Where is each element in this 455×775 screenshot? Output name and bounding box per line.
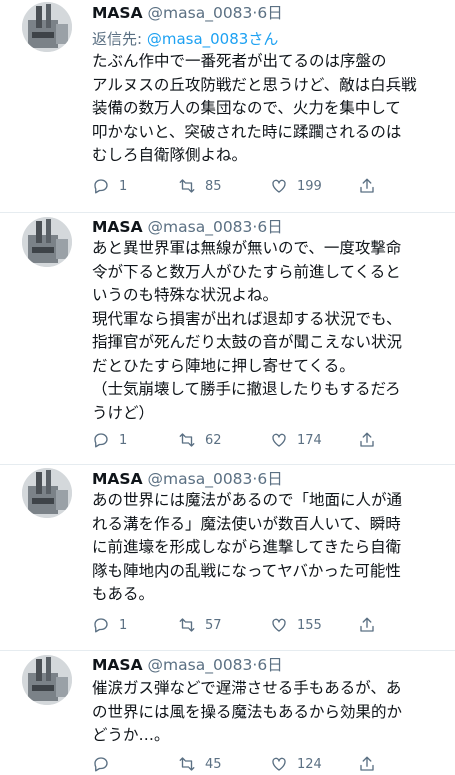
share-icon [360,178,374,193]
text-line: どうか…。 [92,726,170,744]
text-line: たぶん作中で一番死者が出てるのは序盤の [92,52,387,70]
tweet-date[interactable]: 6日 [257,218,282,236]
avatar[interactable] [22,2,72,52]
reply-to: 返信先: @masa_0083さん [92,28,278,49]
share-icon [360,756,374,771]
user-handle[interactable]: @masa_0083 [148,4,253,22]
tweet-header: MASA @masa_0083·6日 [92,2,283,24]
retweet-count: 62 [205,432,222,448]
retweet-count: 45 [205,756,222,772]
share-button[interactable] [358,615,376,635]
text-line: むしろ自衛隊側よね。 [92,146,248,164]
heart-icon [272,179,286,193]
text-line: れる溝を作る」魔法使いが数百人いて、瞬時 [92,514,401,533]
like-button[interactable]: 174 [270,430,322,450]
reply-mention-link[interactable]: @masa_0083さん [147,30,279,48]
user-handle[interactable]: @masa_0083 [148,656,253,674]
avatar[interactable] [22,468,72,518]
heart-icon [272,618,286,632]
text-line: の世界には風を操る魔法もあるから効果的か [92,702,403,721]
text-line: もある。 [92,585,155,603]
reply-count: 1 [119,432,128,448]
avatar[interactable] [22,217,72,267]
share-button[interactable] [358,430,376,450]
action-bar: 45 124 [92,754,422,774]
retweet-icon [179,618,195,632]
tweet[interactable]: MASA @masa_0083·6日 あの世界には魔法があるので「地面に人が通 … [0,465,455,649]
like-button[interactable]: 199 [270,176,322,196]
text-line: だとひたすら陣地に押し寄せてくる。 [92,356,355,375]
text-line: いうのも特殊な状況よね。 [92,286,279,304]
tweet-date[interactable]: 6日 [257,470,282,488]
action-bar: 1 85 199 [92,176,422,196]
tweet[interactable]: MASA @masa_0083·6日 返信先: @masa_0083さん たぶん… [0,0,455,212]
text-line: 装備の数万人の集団なので、火力を集中して [92,99,401,117]
share-button[interactable] [358,176,376,196]
retweet-button[interactable]: 45 [178,754,222,774]
share-button[interactable] [358,754,376,774]
text-line: あの世界には魔法があるので「地面に人が通 [92,491,403,509]
tweet-text: あの世界には魔法があるので「地面に人が通 れる溝を作る」魔法使いが数百人いて、瞬… [92,489,447,607]
reply-button[interactable]: 1 [92,176,127,196]
text-line: アルヌスの丘攻防戦だと思うけど、敵は白兵戦 [92,75,417,94]
text-line: 催涙ガス弾などで遅滞させる手もあるが、あ [92,679,402,697]
tweet[interactable]: MASA @masa_0083·6日 あと異世界軍は無線が無いので、一度攻撃命 … [0,213,455,463]
heart-icon [272,757,286,771]
avatar[interactable] [22,655,72,705]
reply-icon [94,618,108,633]
action-bar: 1 57 155 [92,615,422,635]
text-line: うけど） [92,403,155,422]
like-button[interactable]: 124 [270,754,322,774]
reply-button[interactable] [92,754,119,774]
user-handle[interactable]: @masa_0083 [148,218,253,236]
reply-count: 1 [119,178,128,194]
display-name[interactable]: MASA [92,4,143,22]
retweet-count: 85 [205,178,222,194]
text-line: 現代軍なら損害が出れば退却する状況でも、 [92,309,402,328]
tweet-date[interactable]: 6日 [257,656,282,674]
action-bar: 1 62 174 [92,430,422,450]
text-line: 令が下ると数万人がひたすら前進してくると [92,262,401,281]
reply-icon [94,179,108,194]
tweet-date[interactable]: 6日 [257,4,282,22]
text-line: に前進壕を形成しながら進撃してきたら自衛 [92,538,402,556]
retweet-icon [179,179,195,193]
tweet-header: MASA @masa_0083·6日 [92,216,283,238]
reply-prefix: 返信先: [92,30,147,48]
share-icon [360,432,374,447]
reply-button[interactable]: 1 [92,615,127,635]
retweet-button[interactable]: 62 [178,430,222,450]
text-line: （士気崩壊して勝手に撤退したりもするだろ [92,380,401,398]
reply-icon [94,757,108,772]
retweet-count: 57 [205,617,222,633]
tweet-text: 催涙ガス弾などで遅滞させる手もあるが、あ の世界には風を操る魔法もあるから効果的… [92,677,447,748]
like-count: 155 [297,617,322,633]
tweet-text: あと異世界軍は無線が無いので、一度攻撃命 令が下ると数万人がひたすら前進してくる… [92,237,447,425]
like-count: 174 [297,432,322,448]
retweet-button[interactable]: 57 [178,615,222,635]
like-count: 124 [297,756,322,772]
display-name[interactable]: MASA [92,470,143,488]
text-line: 隊も陣地内の乱戦になってヤバかった可能性 [92,561,401,580]
tweet-header: MASA @masa_0083·6日 [92,654,283,676]
like-button[interactable]: 155 [270,615,322,635]
text-line: 指揮官が死んだり太鼓の音が聞こえない状況 [92,333,403,351]
share-icon [360,617,374,632]
user-handle[interactable]: @masa_0083 [148,470,253,488]
retweet-icon [179,757,195,771]
reply-button[interactable]: 1 [92,430,127,450]
like-count: 199 [297,178,322,194]
reply-icon [94,433,108,448]
display-name[interactable]: MASA [92,656,143,674]
tweet-text: たぶん作中で一番死者が出てるのは序盤の アルヌスの丘攻防戦だと思うけど、敵は白兵… [92,50,447,168]
tweet[interactable]: MASA @masa_0083·6日 催涙ガス弾などで遅滞させる手もあるが、あ … [0,651,455,775]
display-name[interactable]: MASA [92,218,143,236]
retweet-icon [179,433,195,447]
tweet-header: MASA @masa_0083·6日 [92,468,283,490]
text-line: あと異世界軍は無線が無いので、一度攻撃命 [92,239,402,257]
retweet-button[interactable]: 85 [178,176,222,196]
reply-count: 1 [119,617,128,633]
heart-icon [272,433,286,447]
text-line: 叩かないと、突破された時に蹂躙されるのは [92,122,402,141]
